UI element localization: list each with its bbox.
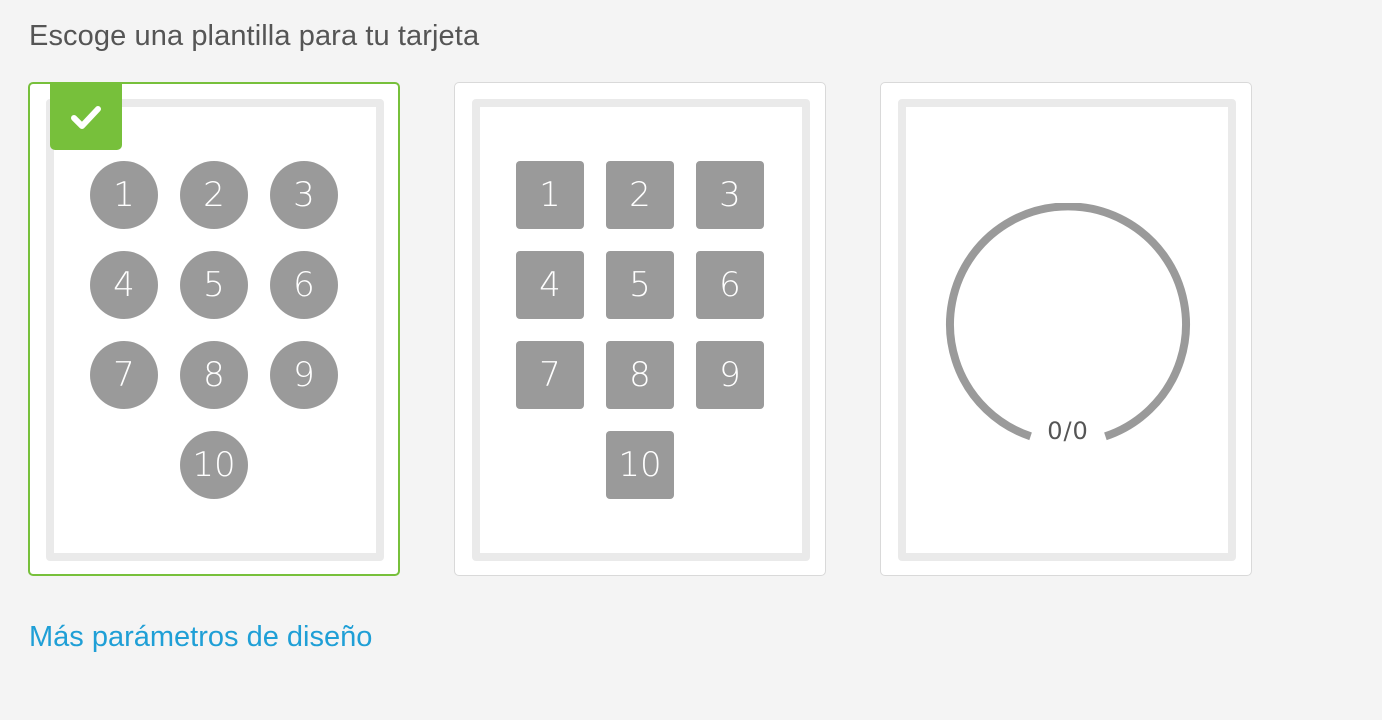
stamp-circle: 8: [180, 341, 248, 409]
card-preview-frame: 1 2 3 4 5 6 7 8 9 10: [46, 99, 384, 561]
stamp-circle: 5: [180, 251, 248, 319]
stamp-square: 4: [516, 251, 584, 319]
progress-label: 0/0: [1047, 417, 1089, 445]
card-preview-frame: 0/0: [898, 99, 1236, 561]
progress-ring: 0/0: [944, 202, 1192, 463]
selected-badge: [50, 83, 122, 150]
card-preview-frame: 1 2 3 4 5 6 7 8 9 10: [472, 99, 810, 561]
stamp-circle: 9: [270, 341, 338, 409]
page-heading: Escoge una plantilla para tu tarjeta: [29, 20, 480, 52]
more-design-settings-link[interactable]: Más parámetros de diseño: [29, 621, 372, 654]
template-card-circles[interactable]: 1 2 3 4 5 6 7 8 9 10: [28, 82, 400, 576]
stamp-circle: 2: [180, 161, 248, 229]
stamp-square: 1: [516, 161, 584, 229]
stamp-square: 10: [606, 431, 674, 499]
stamp-square: 3: [696, 161, 764, 229]
stamp-square: 2: [606, 161, 674, 229]
stamp-square: 7: [516, 341, 584, 409]
stamp-circle: 10: [180, 431, 248, 499]
check-icon: [71, 105, 101, 129]
stamp-circle: 3: [270, 161, 338, 229]
stamp-square: 8: [606, 341, 674, 409]
stamp-square: 6: [696, 251, 764, 319]
stamp-circle: 1: [90, 161, 158, 229]
stamp-circle: 6: [270, 251, 338, 319]
stamp-circle: 4: [90, 251, 158, 319]
template-card-progress[interactable]: 0/0: [880, 82, 1252, 576]
stamp-circle: 7: [90, 341, 158, 409]
stamp-square: 5: [606, 251, 674, 319]
stamp-square: 9: [696, 341, 764, 409]
template-card-squares[interactable]: 1 2 3 4 5 6 7 8 9 10: [454, 82, 826, 576]
